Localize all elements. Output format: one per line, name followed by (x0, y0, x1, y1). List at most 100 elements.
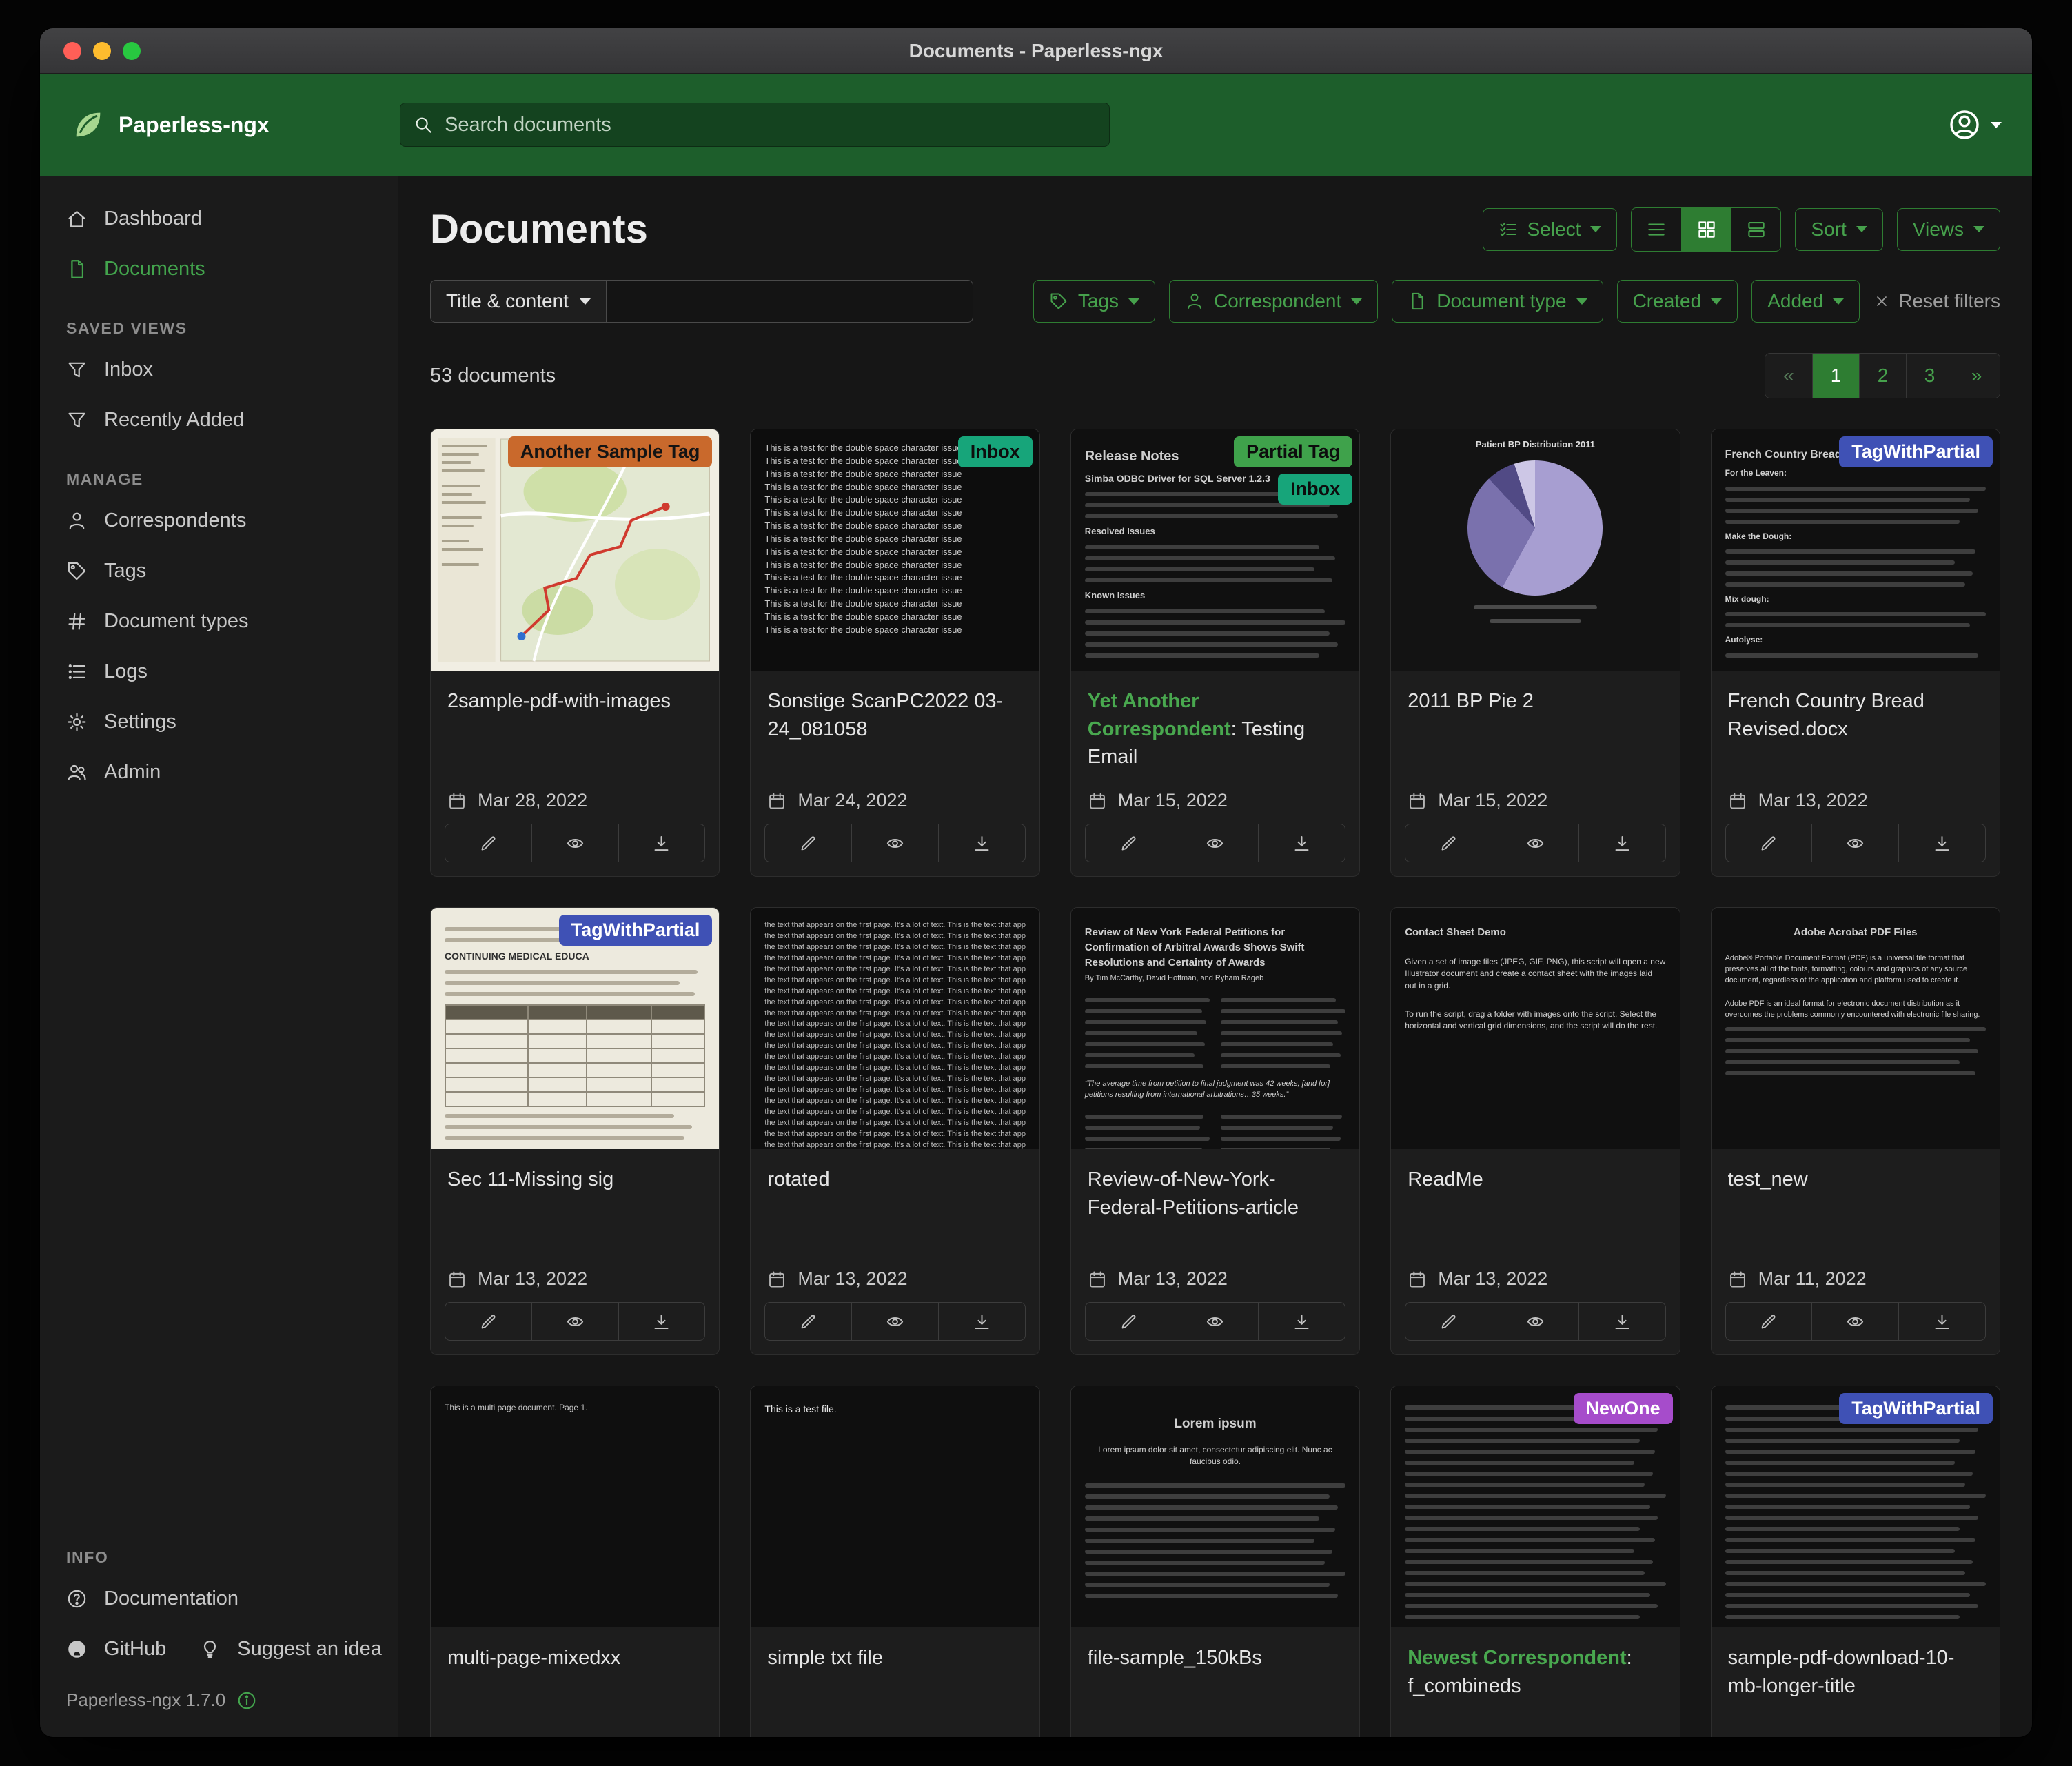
edit-button[interactable] (765, 1303, 851, 1340)
sidebar-item-suggest-an-idea[interactable]: Suggest an idea (173, 1624, 389, 1674)
edit-button[interactable] (1726, 1303, 1812, 1340)
filter-document-type-button[interactable]: Document type (1392, 280, 1603, 323)
view-toggle-grid[interactable] (1681, 208, 1731, 251)
select-button[interactable]: Select (1483, 208, 1618, 251)
document-title[interactable]: sample-pdf-download-10-mb-longer-title (1712, 1627, 2000, 1704)
correspondent-link[interactable]: Yet Another Correspondent (1088, 690, 1231, 740)
minimize-window-button[interactable] (93, 42, 111, 60)
document-title[interactable]: multi-page-mixedxx (431, 1627, 719, 1676)
download-button[interactable] (618, 1303, 705, 1340)
page-button-2[interactable]: 2 (1859, 354, 1906, 398)
document-title[interactable]: rotated (751, 1149, 1039, 1198)
document-card[interactable]: Adobe Acrobat PDF FilesAdobe® Portable D… (1711, 907, 2000, 1355)
tag-badge[interactable]: TagWithPartial (1839, 436, 1993, 467)
preview-button[interactable] (531, 824, 618, 862)
document-card[interactable]: This is a test for the double space char… (750, 429, 1039, 877)
document-title[interactable]: Sec 11-Missing sig (431, 1149, 719, 1198)
document-title[interactable]: 2sample-pdf-with-images (431, 671, 719, 720)
document-thumbnail[interactable]: Adobe Acrobat PDF FilesAdobe® Portable D… (1712, 908, 2000, 1149)
document-card[interactable]: Contact Sheet DemoGiven a set of image f… (1390, 907, 1680, 1355)
sidebar-item-recently-added[interactable]: Recently Added (40, 395, 398, 445)
correspondent-link[interactable]: Newest Correspondent (1408, 1647, 1626, 1669)
tag-badge[interactable]: Partial Tag (1234, 436, 1352, 467)
sidebar-item-github[interactable]: GitHub (40, 1624, 173, 1674)
document-title[interactable]: file-sample_150kBs (1071, 1627, 1359, 1676)
reset-filters-button[interactable]: Reset filters (1873, 290, 2000, 312)
sidebar-item-correspondents[interactable]: Correspondents (40, 496, 398, 546)
document-card[interactable]: CONTINUING MEDICAL EDUCATagWithPartialSe… (430, 907, 720, 1355)
document-card[interactable]: This is a multi page document. Page 1.mu… (430, 1386, 720, 1738)
preview-button[interactable] (1492, 1303, 1578, 1340)
download-button[interactable] (938, 824, 1025, 862)
sidebar-item-settings[interactable]: Settings (40, 697, 398, 747)
zoom-window-button[interactable] (123, 42, 141, 60)
sidebar-item-inbox[interactable]: Inbox (40, 345, 398, 395)
document-thumbnail[interactable]: Contact Sheet DemoGiven a set of image f… (1391, 908, 1679, 1149)
page-button-3[interactable]: 3 (1906, 354, 1953, 398)
document-thumbnail[interactable]: This is a multi page document. Page 1. (431, 1386, 719, 1627)
preview-button[interactable] (851, 1303, 938, 1340)
preview-button[interactable] (1811, 1303, 1898, 1340)
document-title[interactable]: simple txt file (751, 1627, 1039, 1676)
document-thumbnail[interactable]: Patient BP Distribution 2011 (1391, 429, 1679, 671)
close-window-button[interactable] (63, 42, 81, 60)
document-card[interactable]: NewOneNewest Correspondent: f_combineds (1390, 1386, 1680, 1738)
download-button[interactable] (1578, 824, 1665, 862)
document-title[interactable]: test_new (1712, 1149, 2000, 1198)
preview-button[interactable] (1492, 824, 1578, 862)
download-button[interactable] (1898, 1303, 1985, 1340)
page-button-1[interactable]: 1 (1812, 354, 1859, 398)
download-button[interactable] (1258, 824, 1345, 862)
filter-correspondent-button[interactable]: Correspondent (1169, 280, 1378, 323)
edit-button[interactable] (1086, 824, 1172, 862)
filter-title-content-dropdown[interactable]: Title & content (430, 280, 607, 323)
document-card[interactable]: Lorem ipsumLorem ipsum dolor sit amet, c… (1070, 1386, 1360, 1738)
document-title[interactable]: ReadMe (1391, 1149, 1679, 1198)
info-icon[interactable] (236, 1690, 257, 1711)
preview-button[interactable] (851, 824, 938, 862)
document-card[interactable]: Review of New York Federal Petitions for… (1070, 907, 1360, 1355)
document-title[interactable]: Sonstige ScanPC2022 03-24_081058 (751, 671, 1039, 747)
edit-button[interactable] (445, 1303, 531, 1340)
document-card[interactable]: Another Sample Tag 2sample-pdf-with-image… (430, 429, 720, 877)
document-thumbnail[interactable]: the text that appears on the first page.… (751, 908, 1039, 1149)
view-toggle-list[interactable] (1632, 208, 1681, 251)
tag-badge[interactable]: TagWithPartial (559, 915, 713, 946)
page-next-button[interactable]: » (1953, 354, 2000, 398)
search-input[interactable] (445, 114, 1097, 136)
download-button[interactable] (1578, 1303, 1665, 1340)
preview-button[interactable] (1172, 824, 1259, 862)
edit-button[interactable] (1405, 824, 1492, 862)
document-card[interactable]: Release NotesSimba ODBC Driver for SQL S… (1070, 429, 1360, 877)
edit-button[interactable] (1086, 1303, 1172, 1340)
filter-query-input[interactable] (607, 280, 973, 323)
preview-button[interactable] (531, 1303, 618, 1340)
document-title[interactable]: Newest Correspondent: f_combineds (1391, 1627, 1679, 1704)
filter-added-button[interactable]: Added (1751, 280, 1860, 323)
tag-badge[interactable]: Another Sample Tag (508, 436, 713, 467)
user-menu[interactable] (1948, 108, 2002, 141)
tag-badge[interactable]: TagWithPartial (1839, 1393, 1993, 1424)
document-card[interactable]: TagWithPartial sample-pdf-download-10-mb-… (1711, 1386, 2000, 1738)
edit-button[interactable] (1405, 1303, 1492, 1340)
views-button[interactable]: Views (1897, 208, 2000, 251)
filter-tags-button[interactable]: Tags (1033, 280, 1155, 323)
page-prev-button[interactable]: « (1765, 354, 1812, 398)
preview-button[interactable] (1172, 1303, 1259, 1340)
document-thumbnail[interactable]: Review of New York Federal Petitions for… (1071, 908, 1359, 1149)
document-card[interactable]: This is a test file.simple txt file (750, 1386, 1039, 1738)
sidebar-item-document-types[interactable]: Document types (40, 596, 398, 647)
download-button[interactable] (1898, 824, 1985, 862)
sidebar-item-logs[interactable]: Logs (40, 647, 398, 697)
filter-created-button[interactable]: Created (1617, 280, 1738, 323)
download-button[interactable] (938, 1303, 1025, 1340)
document-thumbnail[interactable]: This is a test file. (751, 1386, 1039, 1627)
sidebar-item-admin[interactable]: Admin (40, 747, 398, 798)
sort-button[interactable]: Sort (1795, 208, 1882, 251)
edit-button[interactable] (445, 824, 531, 862)
document-card[interactable]: French Country BreadFor the Leaven:Make … (1711, 429, 2000, 877)
document-title[interactable]: Review-of-New-York-Federal-Petitions-art… (1071, 1149, 1359, 1226)
sidebar-item-tags[interactable]: Tags (40, 546, 398, 596)
view-toggle-detail[interactable] (1731, 208, 1780, 251)
edit-button[interactable] (1726, 824, 1812, 862)
